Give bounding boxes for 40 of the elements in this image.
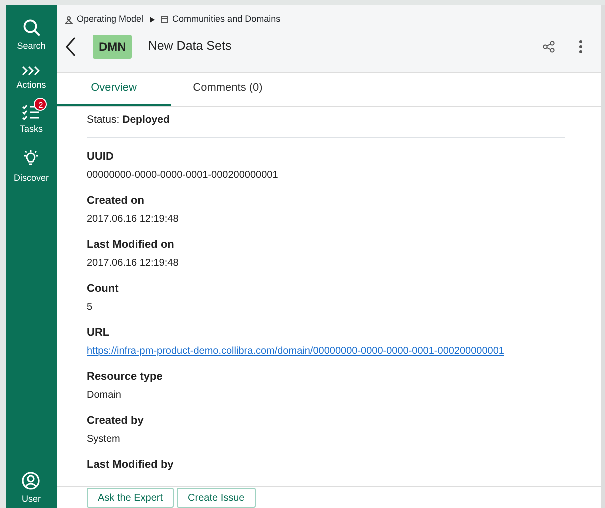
field-label: Last Modified by bbox=[87, 458, 175, 472]
field-label: Count bbox=[87, 282, 120, 296]
field-value: 5 bbox=[87, 302, 94, 314]
field-label: UUID bbox=[87, 150, 115, 164]
breadcrumb-link[interactable]: Operating Model bbox=[77, 13, 144, 26]
field-value: Domain bbox=[87, 390, 122, 402]
breadcrumb-link[interactable]: Communities and Domains bbox=[172, 13, 281, 26]
people-icon bbox=[65, 16, 73, 24]
footer-button[interactable]: Create Issue bbox=[177, 488, 256, 508]
field-value: 2017.06.16 12:19:48 bbox=[87, 214, 180, 226]
sidebar-item[interactable]: Search bbox=[11, 15, 52, 54]
back-icon[interactable] bbox=[65, 36, 77, 56]
type-tag: DMN bbox=[93, 34, 132, 58]
sidebar-item[interactable]: 2 Tasks bbox=[14, 100, 49, 136]
tab[interactable]: Overview bbox=[57, 73, 171, 106]
tab[interactable]: Comments (0) bbox=[171, 73, 285, 106]
field-label: Resource type bbox=[87, 370, 164, 384]
footer-button[interactable]: Ask the Expert bbox=[87, 488, 174, 508]
field-label: URL bbox=[87, 326, 111, 340]
field-label: Created by bbox=[87, 414, 145, 428]
user-icon bbox=[22, 472, 40, 490]
field-label: Last Modified on bbox=[87, 238, 176, 252]
field-value: System bbox=[87, 434, 122, 446]
field-value: 2017.06.16 12:19:48 bbox=[87, 258, 180, 270]
more-options-icon[interactable] bbox=[579, 40, 583, 54]
sidebar-item[interactable]: Discover bbox=[8, 144, 55, 185]
badge-count: 2 bbox=[34, 98, 48, 111]
field-label: Created on bbox=[87, 194, 146, 208]
page-title: New Data Sets bbox=[148, 38, 232, 56]
url-link[interactable]: https://infra-pm-product-demo.collibra.com/domain/00000000-0000-0000-0001-000200000001 bbox=[87, 346, 504, 357]
sidebar-item[interactable]: Actions bbox=[10, 62, 52, 92]
chevrons-icon bbox=[22, 66, 40, 76]
field-value: 00000000-0000-0000-0001-000200000001 bbox=[87, 170, 280, 182]
box-icon bbox=[160, 16, 169, 24]
share-icon[interactable] bbox=[543, 40, 555, 52]
search-icon bbox=[22, 19, 40, 37]
status-text: Status: Deployed bbox=[87, 113, 565, 138]
sidebar-item[interactable]: User bbox=[16, 468, 47, 506]
triangle-right-icon bbox=[150, 16, 155, 23]
checklist-icon bbox=[22, 104, 40, 120]
